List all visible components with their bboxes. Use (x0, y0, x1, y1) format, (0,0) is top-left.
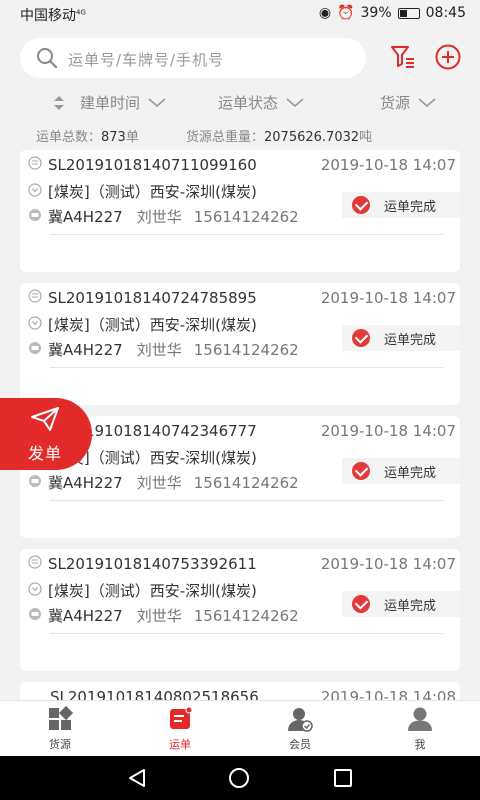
truck-icon (28, 208, 48, 226)
carrier-name: 中国移动4G (20, 8, 86, 24)
check-icon (352, 196, 370, 214)
member-icon (286, 705, 314, 733)
waybill-vehicle: 冀A4H227 刘世华 15614124262 (28, 605, 299, 626)
waybill-card[interactable]: SL20191018140753392611 2019-10-18 14:07 [煤… (20, 549, 460, 671)
chevron-down-icon (286, 97, 304, 107)
waybill-route: [煤炭]（测试）西安-深圳(煤炭) (28, 314, 257, 335)
document-icon (28, 555, 48, 573)
truck-icon (28, 474, 48, 492)
waybill-date: 2019-10-18 14:07 (320, 422, 456, 440)
eye-icon: ◉ (318, 5, 332, 21)
chevron-down-icon (418, 97, 436, 107)
tab-member[interactable]: 会员 (260, 705, 340, 752)
battery-percent: 39% (360, 5, 392, 21)
summary-line: 运单总数：873单 货源总重量：2075626.7032吨 (36, 130, 373, 145)
status-badge: 运单完成 (342, 591, 460, 617)
create-waybill-button[interactable]: 发单 (0, 398, 92, 470)
divider (50, 500, 444, 501)
sort-create-time[interactable]: 建单时间 (44, 92, 166, 113)
paper-plane-icon (31, 407, 59, 431)
status-badge: 运单完成 (342, 458, 460, 484)
search-placeholder: 运单号/车牌号/手机号 (68, 51, 225, 69)
document-icon (28, 289, 48, 307)
status-badge: 运单完成 (342, 192, 460, 218)
filter-icon[interactable] (390, 44, 416, 70)
tab-waybill[interactable]: 运单 (140, 705, 220, 752)
grid-icon (46, 705, 74, 733)
back-icon[interactable] (126, 767, 148, 789)
sort-icon (54, 95, 64, 110)
divider (50, 234, 444, 235)
battery-icon (397, 7, 420, 19)
waybill-date: 2019-10-18 14:07 (320, 555, 456, 573)
sort-source[interactable]: 货源 (380, 92, 436, 113)
waybill-card[interactable]: SL20191018140711099160 2019-10-18 14:07 [煤… (20, 150, 460, 272)
divider (50, 367, 444, 368)
truck-icon (28, 607, 48, 625)
waybill-route: [煤炭]（测试）西安-深圳(煤炭) (28, 181, 257, 202)
clock-time: 08:45 (425, 5, 466, 21)
status-bar: 中国移动4G ◉ ⏰ 39% 08:45 (0, 0, 480, 28)
divider (50, 633, 444, 634)
check-icon (352, 329, 370, 347)
tab-me[interactable]: 我 (380, 705, 460, 752)
system-nav-bar (0, 756, 480, 800)
waybill-route: [煤炭]（测试）西安-深圳(煤炭) (28, 580, 257, 601)
add-icon[interactable] (434, 43, 462, 71)
waybill-vehicle: 冀A4H227 刘世华 15614124262 (28, 339, 299, 360)
check-icon (352, 462, 370, 480)
waybill-vehicle: 冀A4H227 刘世华 15614124262 (28, 472, 299, 493)
chevron-circle-icon (28, 182, 48, 201)
waybill-date: 2019-10-18 14:07 (320, 156, 456, 174)
bottom-tab-bar: 货源 运单 会员 我 (0, 700, 480, 756)
chevron-down-icon (148, 97, 166, 107)
waybill-date: 2019-10-18 14:07 (320, 289, 456, 307)
truck-icon (28, 341, 48, 359)
waybill-number: SL20191018140711099160 (28, 156, 257, 174)
status-badge: 运单完成 (342, 325, 460, 351)
waybill-vehicle: 冀A4H227 刘世华 15614124262 (28, 206, 299, 227)
waybill-number: SL20191018140753392611 (28, 555, 257, 573)
sort-waybill-status[interactable]: 运单状态 (218, 92, 304, 113)
sort-bar: 建单时间 运单状态 货源 (0, 88, 480, 118)
user-icon (406, 705, 434, 733)
chevron-circle-icon (28, 581, 48, 600)
chevron-circle-icon (28, 315, 48, 334)
waybill-icon (166, 705, 194, 733)
document-icon (28, 156, 48, 174)
search-icon (37, 48, 58, 69)
alarm-icon: ⏰ (337, 5, 355, 21)
status-icons: ◉ ⏰ 39% 08:45 (319, 5, 466, 21)
waybill-number: SL20191018140724785895 (28, 289, 257, 307)
search-input[interactable]: 运单号/车牌号/手机号 (20, 38, 366, 78)
tab-source[interactable]: 货源 (20, 705, 100, 752)
recents-icon[interactable] (332, 767, 354, 789)
home-icon[interactable] (228, 767, 250, 789)
waybill-card[interactable]: SL20191018140724785895 2019-10-18 14:07 [煤… (20, 283, 460, 405)
check-icon (352, 595, 370, 613)
